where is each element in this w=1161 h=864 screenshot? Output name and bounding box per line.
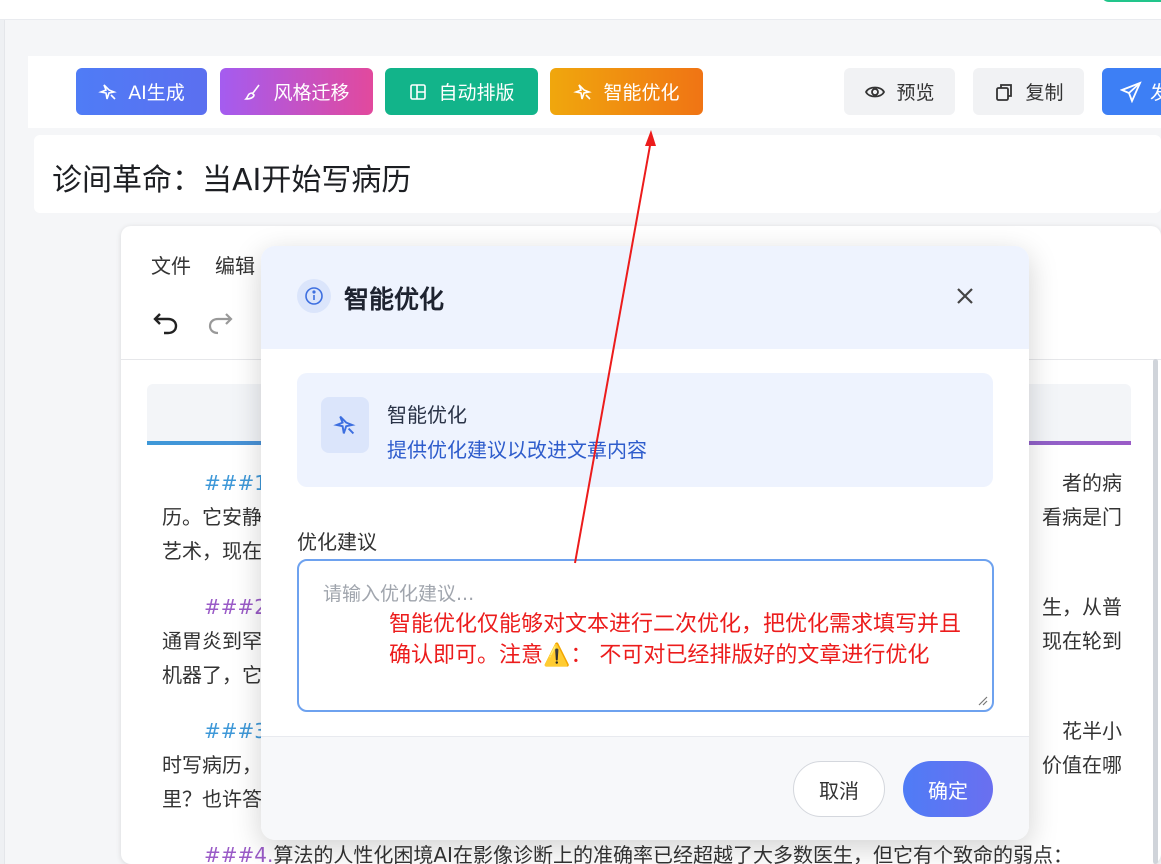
copy-button[interactable]: 复制 xyxy=(973,68,1084,115)
auto-layout-button[interactable]: 自动排版 xyxy=(385,68,538,115)
paragraph-text: 看病是门 xyxy=(1042,505,1122,529)
resize-grip-icon[interactable] xyxy=(976,694,988,706)
paragraph-text: 通胃炎到罕 xyxy=(162,629,262,653)
smart-optimize-label: 智能优化 xyxy=(603,82,680,104)
action-toolbar: AI生成 风格迁移 自动排版 智能优化 预览 复制 发 xyxy=(28,56,1161,128)
window-top-strip xyxy=(0,0,1161,20)
smart-optimize-button[interactable]: 智能优化 xyxy=(550,68,703,115)
paragraph: ###4.算法的人性化困境AI在影像诊断上的准确率已经超越了大多数医生，但它有个… xyxy=(162,838,1122,864)
info-icon xyxy=(297,279,331,313)
paragraph-text: 现在轮到 xyxy=(1042,629,1122,653)
suggestion-textarea[interactable]: 请输入优化建议... 智能优化仅能够对文本进行二次优化，把优化需求填写并且确认即… xyxy=(297,559,994,712)
dialog-title: 智能优化 xyxy=(344,285,445,314)
auto-layout-label: 自动排版 xyxy=(438,82,515,104)
redo-icon[interactable] xyxy=(205,308,235,338)
brush-icon xyxy=(244,84,261,100)
editor-scrollbar[interactable] xyxy=(1153,359,1158,864)
style-transfer-label: 风格迁移 xyxy=(273,82,350,104)
annotation-note: 智能优化仅能够对文本进行二次优化，把优化需求填写并且确认即可。注意⚠️： 不可对… xyxy=(389,612,962,668)
paragraph-text: 价值在哪 xyxy=(1042,753,1122,777)
preview-label: 预览 xyxy=(896,82,935,104)
article-title[interactable]: 诊间革命：当AI开始写病历 xyxy=(52,155,411,199)
undo-icon[interactable] xyxy=(151,308,181,338)
paragraph-text: 艺术，现在 xyxy=(162,539,262,563)
left-edge xyxy=(0,20,5,864)
ai-generate-label: AI生成 xyxy=(128,82,185,104)
style-transfer-button[interactable]: 风格迁移 xyxy=(220,68,373,115)
paragraph-text: 历。它安静 xyxy=(162,505,262,529)
suggestion-label: 优化建议 xyxy=(297,530,377,554)
menu-file[interactable]: 文件 xyxy=(151,250,191,279)
preview-button[interactable]: 预览 xyxy=(844,68,955,115)
close-icon[interactable] xyxy=(953,284,977,308)
copy-icon xyxy=(996,83,1013,101)
card-subtitle: 提供优化建议以改进文章内容 xyxy=(387,438,647,462)
sparkle-icon xyxy=(321,397,369,453)
menu-edit[interactable]: 编辑 xyxy=(215,250,255,279)
status-pill xyxy=(1101,0,1161,2)
article-title-bar[interactable]: 诊间革命：当AI开始写病历 xyxy=(34,135,1161,213)
paragraph-text: 生，从普 xyxy=(1042,595,1122,619)
suggestion-placeholder: 请输入优化建议... xyxy=(323,583,475,605)
editor-menubar: 文件 编辑 xyxy=(151,250,255,279)
layout-icon xyxy=(410,83,427,100)
feature-info-card: 智能优化 提供优化建议以改进文章内容 xyxy=(297,373,993,487)
sparkle-icon xyxy=(98,83,117,100)
paragraph-text: 算法的人性化困境AI在影像诊断上的准确率已经超越了大多数医生，但它有个致命的弱点… xyxy=(273,843,1073,864)
ai-generate-button[interactable]: AI生成 xyxy=(76,68,207,115)
cancel-button[interactable]: 取消 xyxy=(793,761,885,817)
send-icon xyxy=(1120,80,1142,103)
paragraph-text: 花半小 xyxy=(1062,719,1122,743)
confirm-button[interactable]: 确定 xyxy=(903,761,993,817)
card-title: 智能优化 xyxy=(387,403,467,427)
paragraph-heading: ###4. xyxy=(204,843,274,864)
smart-optimize-dialog: 智能优化 智能优化 提供优化建议以改进文章内容 优化建议 请输入优化建议... … xyxy=(261,246,1029,840)
paragraph-text: 时写病历， xyxy=(162,753,262,777)
eye-icon xyxy=(865,86,886,97)
paragraph-text: 者的病 xyxy=(1062,471,1122,495)
dialog-header: 智能优化 xyxy=(261,246,1029,349)
paragraph-text: 机器了，它 xyxy=(162,663,262,687)
copy-label: 复制 xyxy=(1025,82,1064,104)
publish-label: 发 xyxy=(1150,82,1161,104)
dialog-footer: 取消 确定 xyxy=(261,737,1029,840)
sparkle-icon xyxy=(573,83,593,100)
publish-button[interactable]: 发 xyxy=(1102,68,1161,115)
paragraph-text: 里？也许答 xyxy=(162,787,262,811)
